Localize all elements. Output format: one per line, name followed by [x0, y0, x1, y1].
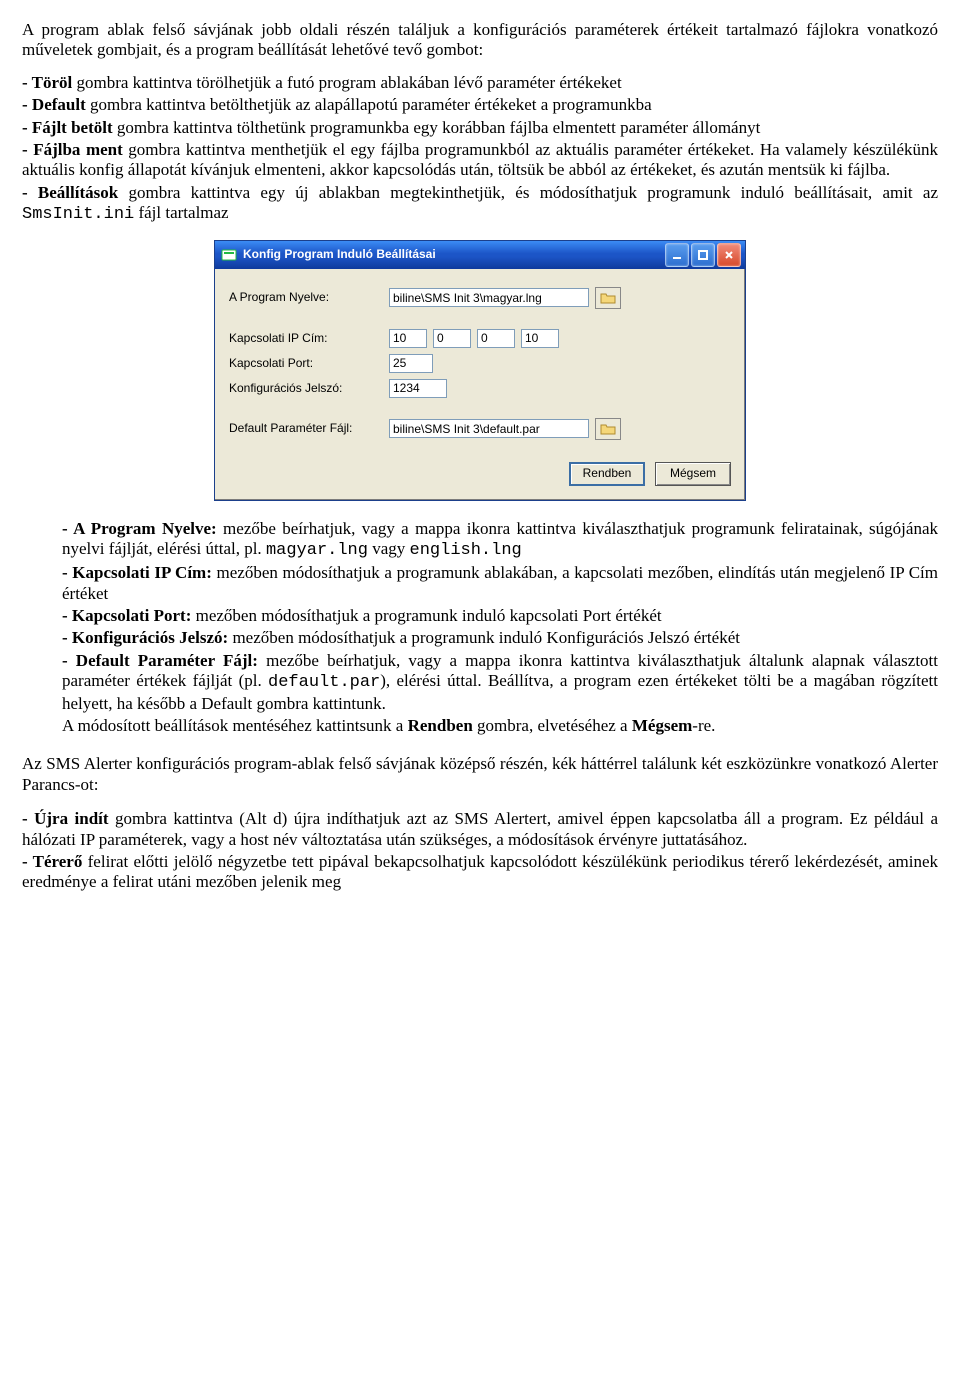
password-field[interactable]: [389, 379, 447, 398]
bullet-default-lead: - Default: [22, 95, 86, 114]
label-password: Konfigurációs Jelszó:: [229, 381, 389, 395]
maximize-button[interactable]: [691, 243, 715, 267]
desc-ip-lead: - Kapcsolati IP Cím:: [62, 563, 212, 582]
bullet-ujra-indit-lead: - Újra indít: [22, 809, 109, 828]
bullet-default: - Default gombra kattintva betölthetjük …: [22, 95, 938, 115]
label-language: A Program Nyelve:: [229, 290, 389, 304]
bullet-terero: - Térerő felirat előtti jelölő négyzetbe…: [22, 852, 938, 893]
ok-button[interactable]: Rendben: [569, 462, 645, 486]
language-field[interactable]: [389, 288, 589, 307]
default-file-field[interactable]: [389, 419, 589, 438]
ip-field-2[interactable]: [433, 329, 471, 348]
bullet-beallitasok: - Beállítások gombra kattintva egy új ab…: [22, 183, 938, 226]
folder-open-icon: [600, 422, 616, 436]
desc-password-text: mezőben módosíthatjuk a programunk indul…: [228, 628, 740, 647]
desc-language-mid: vagy: [368, 539, 410, 558]
desc-port-text: mezőben módosíthatjuk a programunk indul…: [191, 606, 661, 625]
desc-default-file: - Default Paraméter Fájl: mezőbe beírhat…: [62, 651, 938, 714]
desc-save: A módosított beállítások mentéséhez katt…: [62, 716, 938, 736]
bullet-torol-lead: - Töröl: [22, 73, 72, 92]
label-port: Kapcsolati Port:: [229, 356, 389, 370]
desc-password-lead: - Konfigurációs Jelszó:: [62, 628, 228, 647]
desc-save-e: -re.: [692, 716, 715, 735]
bullet-fajlt-betolt: - Fájlt betölt gombra kattintva tölthetü…: [22, 118, 938, 138]
bullet-beallitasok-text-a: gombra kattintva egy új ablakban megteki…: [118, 183, 938, 202]
bullet-fajlt-betolt-text: gombra kattintva tölthetünk programunkba…: [113, 118, 761, 137]
desc-save-a: A módosított beállítások mentéséhez katt…: [62, 716, 408, 735]
ip-field-4[interactable]: [521, 329, 559, 348]
desc-save-rendben: Rendben: [408, 716, 473, 735]
desc-default-file-lead: - Default Paraméter Fájl:: [62, 651, 258, 670]
bullet-torol-text: gombra kattintva törölhetjük a futó prog…: [72, 73, 621, 92]
bullet-fajlt-betolt-lead: - Fájlt betölt: [22, 118, 113, 137]
cancel-button[interactable]: Mégsem: [655, 462, 731, 486]
bullet-terero-lead: - Térerő: [22, 852, 82, 871]
desc-save-megsem: Mégsem: [632, 716, 692, 735]
label-default-file: Default Paraméter Fájl:: [229, 421, 389, 435]
desc-ip: - Kapcsolati IP Cím: mezőben módosíthatj…: [62, 563, 938, 604]
bullet-ujra-indit-text: gombra kattintva (Alt d) újra indíthatju…: [22, 809, 938, 848]
port-field[interactable]: [389, 354, 433, 373]
desc-language-code1: magyar.lng: [266, 541, 368, 560]
desc-default-file-code: default.par: [268, 673, 380, 692]
bullet-default-text: gombra kattintva betölthetjük az alapáll…: [86, 95, 652, 114]
app-icon: [221, 247, 237, 263]
bullet-torol: - Töröl gombra kattintva törölhetjük a f…: [22, 73, 938, 93]
desc-port: - Kapcsolati Port: mezőben módosíthatjuk…: [62, 606, 938, 626]
bullet-fajlba-ment-text: gombra kattintva menthetjük el egy fájlb…: [22, 140, 938, 179]
ip-field-1[interactable]: [389, 329, 427, 348]
close-button[interactable]: [717, 243, 741, 267]
titlebar: Konfig Program Induló Beállításai: [215, 241, 745, 269]
bullet-beallitasok-lead: - Beállítások: [22, 183, 118, 202]
desc-password: - Konfigurációs Jelszó: mezőben módosíth…: [62, 628, 938, 648]
bullet-terero-text: felirat előtti jelölő négyzetbe tett pip…: [22, 852, 938, 891]
minimize-button[interactable]: [665, 243, 689, 267]
intro-paragraph: A program ablak felső sávjának jobb olda…: [22, 20, 938, 61]
browse-language-button[interactable]: [595, 287, 621, 309]
bullet-ujra-indit: - Újra indít gombra kattintva (Alt d) új…: [22, 809, 938, 850]
desc-save-c: gombra, elvetéséhez a: [473, 716, 632, 735]
bullet-beallitasok-code: SmsInit.ini: [22, 205, 134, 224]
bullet-beallitasok-text-b: fájl tartalmaz: [134, 203, 228, 222]
desc-language-code2: english.lng: [410, 541, 522, 560]
folder-open-icon: [600, 291, 616, 305]
dialog-title: Konfig Program Induló Beállításai: [243, 247, 665, 261]
label-ip: Kapcsolati IP Cím:: [229, 331, 389, 345]
bullet-fajlba-ment: - Fájlba ment gombra kattintva menthetjü…: [22, 140, 938, 181]
desc-port-lead: - Kapcsolati Port:: [62, 606, 191, 625]
mid-paragraph: Az SMS Alerter konfigurációs program-abl…: [22, 754, 938, 795]
settings-dialog: Konfig Program Induló Beállításai A Prog…: [214, 240, 746, 501]
browse-default-file-button[interactable]: [595, 418, 621, 440]
bullet-fajlba-ment-lead: - Fájlba ment: [22, 140, 123, 159]
desc-language-lead: - A Program Nyelve:: [62, 519, 217, 538]
ip-field-3[interactable]: [477, 329, 515, 348]
desc-language: - A Program Nyelve: mezőbe beírhatjuk, v…: [62, 519, 938, 562]
